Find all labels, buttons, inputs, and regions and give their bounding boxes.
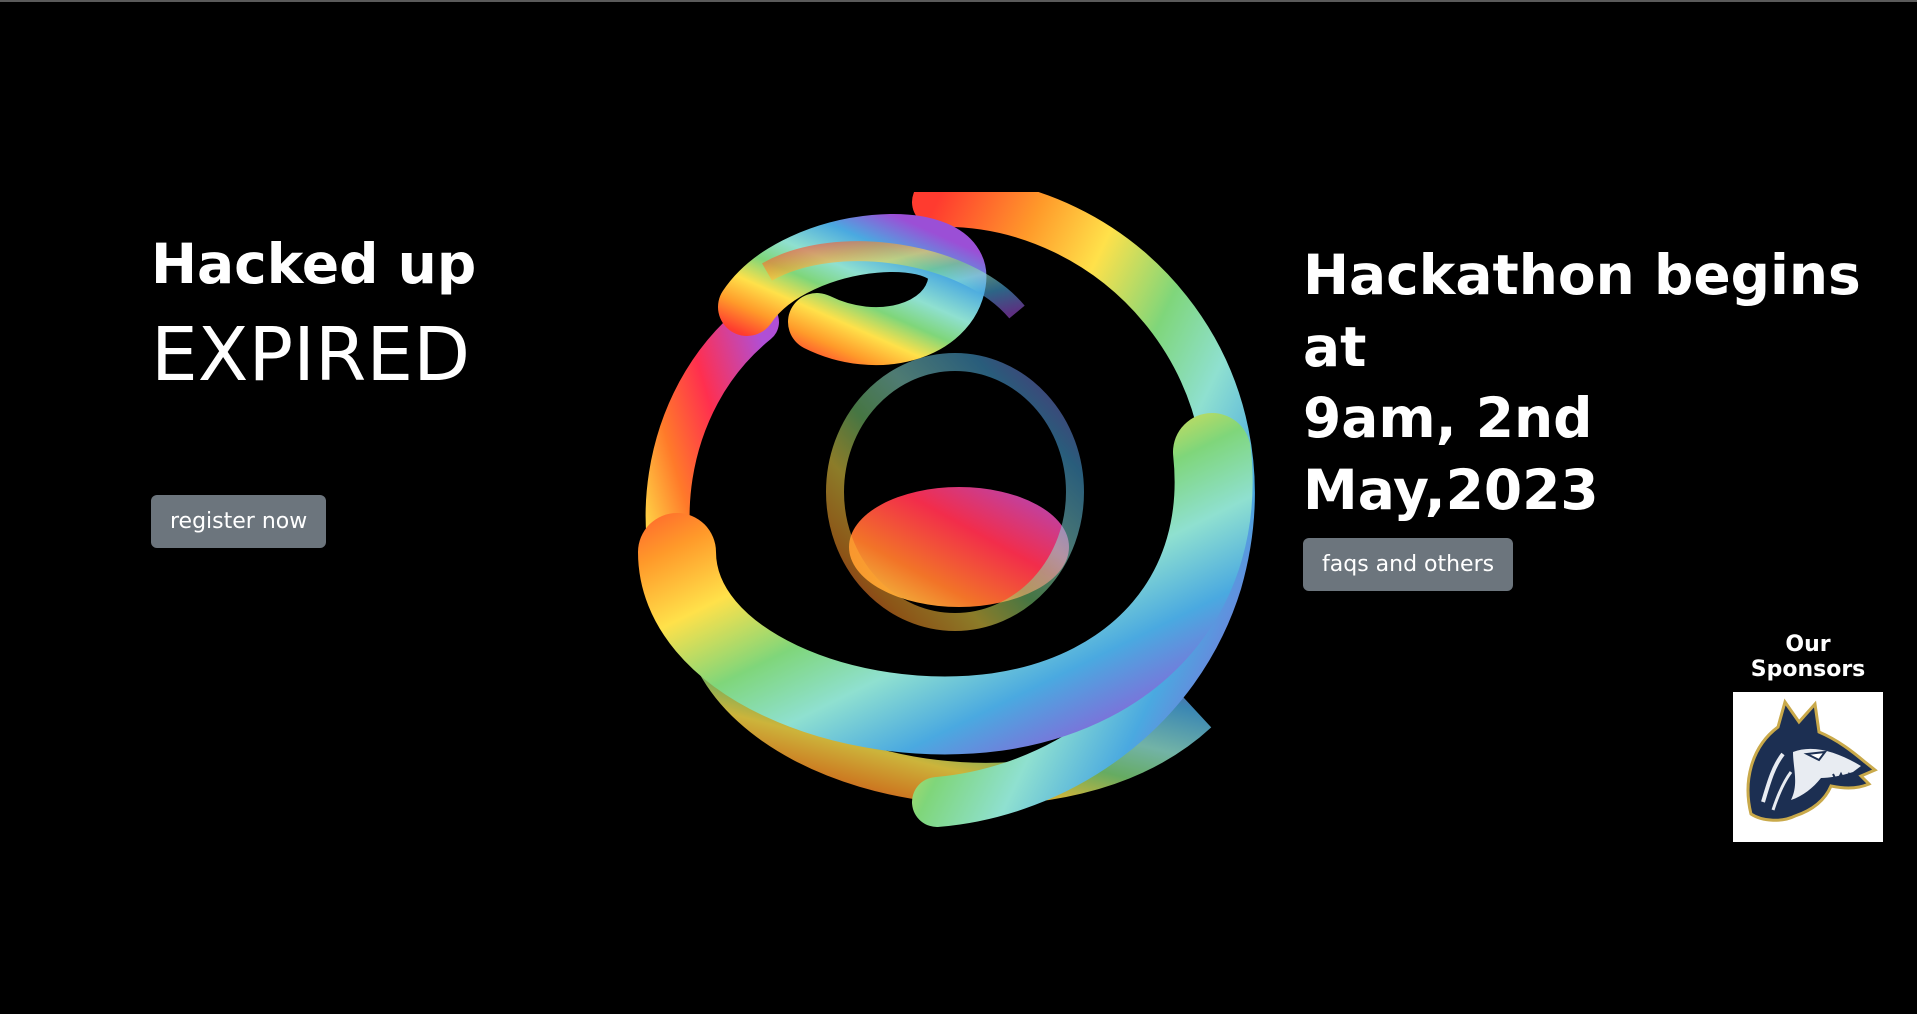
husky-mascot-icon [1733,692,1883,842]
event-start-line-2: 9am, 2nd May,2023 [1303,386,1599,522]
event-start-line-1: Hackathon begins at [1303,243,1861,379]
event-start-heading: Hackathon begins at 9am, 2nd May,2023 [1303,240,1903,526]
sponsors-section: Our Sponsors [1733,632,1883,842]
countdown-status: EXPIRED [151,311,471,398]
landing-page: Hacked up EXPIRED register now Hackathon… [0,0,1917,1014]
event-info: Hackathon begins at 9am, 2nd May,2023 fa… [1303,240,1903,591]
rainbow-orb-icon [638,176,1255,827]
sponsors-title: Our Sponsors [1750,632,1866,682]
faq-button[interactable]: faqs and others [1303,538,1514,591]
hero-title: Hacked up [151,232,477,296]
register-button[interactable]: register now [151,495,327,548]
hero-section: Hacked up EXPIRED [151,234,476,396]
rainbow-orb-image [637,176,1267,832]
sponsor-logo[interactable] [1733,692,1883,842]
